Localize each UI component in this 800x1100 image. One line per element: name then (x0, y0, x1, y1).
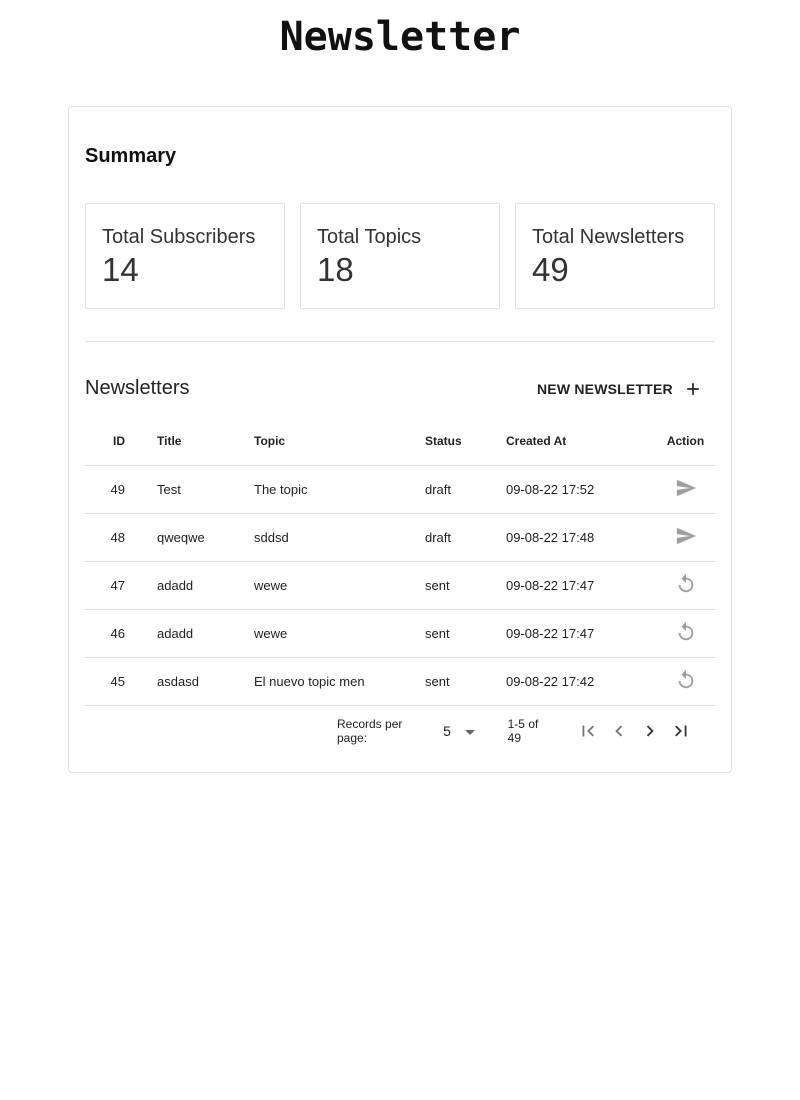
table-row: 47 adadd wewe sent 09-08-22 17:47 (85, 561, 715, 610)
resend-icon (678, 669, 693, 689)
resend-button[interactable] (674, 668, 698, 692)
column-header-action: Action (656, 417, 715, 466)
cell-id: 47 (85, 561, 157, 610)
cell-title: adadd (157, 609, 254, 658)
table-row: 45 asdasd El nuevo topic men sent 09-08-… (85, 657, 715, 706)
cell-topic: sddsd (254, 513, 425, 562)
app-title: Newsletter (279, 14, 521, 60)
next-page-button[interactable] (635, 717, 666, 745)
first-page-icon (582, 725, 595, 737)
stat-card-newsletters: Total Newsletters 49 (515, 203, 715, 309)
chevron-right-icon (647, 725, 655, 737)
column-header-status[interactable]: Status (425, 417, 506, 466)
pagination-range: 1-5 of 49 (507, 717, 539, 745)
newsletters-title: Newsletters (85, 377, 190, 399)
stat-card-subscribers: Total Subscribers 14 (85, 203, 285, 309)
cell-status: sent (425, 561, 506, 610)
resend-button[interactable] (674, 572, 698, 596)
section-divider (85, 341, 715, 342)
last-page-button[interactable] (666, 717, 697, 745)
chevron-left-icon (615, 725, 623, 737)
send-button[interactable] (674, 524, 698, 548)
plus-icon (686, 383, 699, 395)
chevron-down-icon (464, 729, 475, 735)
cell-created-at: 09-08-22 17:47 (506, 609, 656, 658)
first-page-button[interactable] (573, 717, 604, 745)
new-newsletter-button[interactable]: NEW NEWSLETTER (527, 371, 713, 407)
last-page-icon (675, 725, 687, 737)
newsletters-table: ID Title Topic Status Created At Action … (85, 417, 715, 706)
cell-topic: El nuevo topic men (254, 657, 425, 706)
cell-id: 45 (85, 657, 157, 706)
cell-title: asdasd (157, 657, 254, 706)
column-header-title[interactable]: Title (157, 417, 254, 466)
cell-id: 49 (85, 465, 157, 514)
cell-status: sent (425, 609, 506, 658)
cell-created-at: 09-08-22 17:52 (506, 465, 656, 514)
stat-card-topics: Total Topics 18 (300, 203, 500, 309)
cell-created-at: 09-08-22 17:48 (506, 513, 656, 562)
previous-page-button[interactable] (604, 717, 635, 745)
table-row: 48 qweqwe sddsd draft 09-08-22 17:48 (85, 513, 715, 562)
send-button[interactable] (674, 476, 698, 500)
records-per-page-select[interactable]: 5 (443, 723, 480, 739)
column-header-created-at[interactable]: Created At (506, 417, 656, 466)
stat-label: Total Subscribers (102, 226, 256, 248)
cell-id: 48 (85, 513, 157, 562)
table-header-row: ID Title Topic Status Created At Action (85, 417, 715, 466)
cell-status: draft (425, 465, 506, 514)
resend-icon (678, 621, 693, 641)
pagination: Records per page: 5 1-5 of 49 (337, 717, 697, 745)
cell-created-at: 09-08-22 17:47 (506, 561, 656, 610)
stat-value: 18 (317, 251, 354, 288)
new-newsletter-label: NEW NEWSLETTER (537, 381, 673, 397)
cell-created-at: 09-08-22 17:42 (506, 657, 656, 706)
cell-title: Test (157, 465, 254, 514)
send-icon (676, 527, 696, 545)
send-icon (676, 479, 696, 497)
cell-status: draft (425, 513, 506, 562)
cell-title: qweqwe (157, 513, 254, 562)
cell-status: sent (425, 657, 506, 706)
column-header-id[interactable]: ID (85, 417, 157, 466)
resend-button[interactable] (674, 620, 698, 644)
records-per-page-value: 5 (443, 723, 451, 739)
stat-value: 49 (532, 251, 569, 288)
cell-id: 46 (85, 609, 157, 658)
dashboard-card: Summary Total Subscribers 14 Total Topic… (68, 106, 732, 773)
summary-heading: Summary (85, 145, 177, 167)
stat-label: Total Newsletters (532, 226, 685, 248)
cell-title: adadd (157, 561, 254, 610)
records-per-page-label: Records per page: (337, 717, 403, 745)
cell-topic: The topic (254, 465, 425, 514)
cell-topic: wewe (254, 561, 425, 610)
column-header-topic[interactable]: Topic (254, 417, 425, 466)
table-row: 46 adadd wewe sent 09-08-22 17:47 (85, 609, 715, 658)
resend-icon (678, 573, 693, 593)
stat-value: 14 (102, 251, 139, 288)
stat-label: Total Topics (317, 226, 422, 248)
table-row: 49 Test The topic draft 09-08-22 17:52 (85, 465, 715, 514)
cell-topic: wewe (254, 609, 425, 658)
